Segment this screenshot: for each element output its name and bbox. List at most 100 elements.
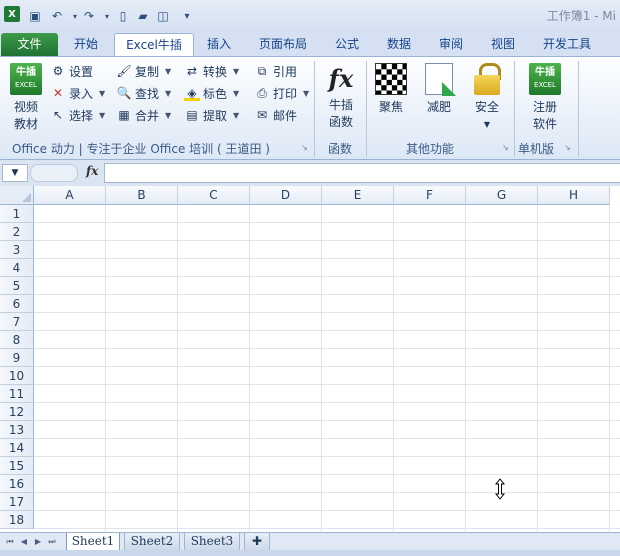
select-all-corner[interactable] — [0, 186, 34, 205]
functions-button[interactable]: fx 牛插 函数 — [318, 61, 364, 131]
tab-insert[interactable]: 插入 — [198, 33, 240, 56]
row-header-8[interactable]: 8 — [0, 331, 34, 349]
row-header-14[interactable]: 14 — [0, 439, 34, 457]
convert-button[interactable]: ⇄ 转换 ▼ — [184, 61, 239, 81]
name-box-dropdown[interactable]: ▼ — [2, 164, 28, 182]
row-header-17[interactable]: 17 — [0, 493, 34, 511]
group-label-functions: 函数 — [328, 142, 353, 156]
chevron-down-icon: ▼ — [99, 110, 106, 120]
column-header-h[interactable]: H — [538, 186, 610, 205]
row-header-12[interactable]: 12 — [0, 403, 34, 421]
niucha-excel-logo: 牛插 EXCEL — [10, 63, 42, 95]
print-button[interactable]: ⎙ 打印 ▼ — [254, 83, 309, 103]
dialog-launcher-icon[interactable]: ↘ — [301, 143, 310, 152]
status-bar — [0, 550, 620, 556]
row-header-3[interactable]: 3 — [0, 241, 34, 259]
grid-row-line — [34, 258, 620, 259]
worksheet-grid[interactable]: ABCDEFGH 1 2 3 4 5 6 7 8 9 10 11 12 13 14 15 16 17 18 — [0, 186, 620, 532]
row-header-13[interactable]: 13 — [0, 421, 34, 439]
mail-button[interactable]: ✉ 邮件 — [254, 105, 297, 125]
row-header-7[interactable]: 7 — [0, 313, 34, 331]
column-header-a[interactable]: A — [34, 186, 106, 205]
fx-icon: fx — [328, 64, 354, 93]
group-separator — [578, 61, 579, 157]
grid-row-line — [34, 492, 620, 493]
resize-cursor-icon — [494, 478, 506, 500]
next-sheet-icon[interactable]: ▶ — [32, 536, 44, 548]
column-header-b[interactable]: B — [106, 186, 178, 205]
security-button[interactable]: 安全 ▼ — [464, 61, 510, 133]
mark-color-button[interactable]: ◈ 标色 ▼ — [184, 83, 239, 103]
row-header-5[interactable]: 5 — [0, 277, 34, 295]
copy-button[interactable]: 🖌 复制 ▼ — [116, 61, 171, 81]
sheet-tab-sheet3[interactable]: Sheet3 — [184, 533, 240, 551]
row-header-6[interactable]: 6 — [0, 295, 34, 313]
column-header-d[interactable]: D — [250, 186, 322, 205]
tab-data[interactable]: 数据 — [378, 33, 420, 56]
column-header-c[interactable]: C — [178, 186, 250, 205]
formula-input[interactable] — [104, 163, 620, 183]
row-header-16[interactable]: 16 — [0, 475, 34, 493]
insert-sheet-icon[interactable]: ✚ — [244, 533, 270, 551]
tab-developer[interactable]: 开发工具 — [534, 33, 600, 56]
grid-column-line — [177, 205, 178, 532]
dialog-launcher-icon[interactable]: ↘ — [564, 143, 573, 152]
video-tutorial-button[interactable]: 牛插 EXCEL 视频 教材 — [3, 61, 49, 133]
sheet-tab-sheet1[interactable]: Sheet1 — [66, 533, 120, 551]
tab-page-layout[interactable]: 页面布局 — [252, 33, 314, 56]
register-button[interactable]: 牛插 EXCEL 注册 软件 — [522, 61, 568, 133]
row-header-4[interactable]: 4 — [0, 259, 34, 277]
tab-excel-niucha[interactable]: Excel牛插 — [114, 33, 194, 56]
excel-app-icon[interactable]: X — [4, 6, 20, 22]
formula-bar: ▼ fx — [0, 160, 620, 186]
undo-icon[interactable]: ↶ — [48, 7, 66, 25]
column-header-e[interactable]: E — [322, 186, 394, 205]
grid-column-line — [249, 205, 250, 532]
quote-icon: ⧉ — [257, 64, 267, 78]
slim-button[interactable]: 减肥 — [416, 61, 462, 116]
row-header-2[interactable]: 2 — [0, 223, 34, 241]
row-header-18[interactable]: 18 — [0, 511, 34, 529]
sheet-tab-sheet2[interactable]: Sheet2 — [124, 533, 180, 551]
grid-column-line — [105, 205, 106, 532]
tab-file[interactable]: 文件 — [1, 33, 58, 56]
chevron-down-icon: ▼ — [99, 88, 106, 98]
group-separator — [366, 61, 367, 157]
select-button[interactable]: ↖ 选择 ▼ — [50, 105, 105, 125]
redo-icon[interactable]: ↷ — [80, 7, 98, 25]
row-header-15[interactable]: 15 — [0, 457, 34, 475]
row-header-11[interactable]: 11 — [0, 385, 34, 403]
dialog-launcher-icon[interactable]: ↘ — [502, 143, 511, 152]
extract-icon: ▤ — [186, 108, 198, 122]
first-sheet-icon[interactable]: ⏮ — [4, 536, 16, 548]
new-icon[interactable]: ▯ — [114, 7, 132, 25]
save-icon[interactable]: ▣ — [26, 7, 44, 25]
group-label-office: Office 动力 | 专注于企业 Office 培训 ( 王道田 ) — [12, 142, 270, 156]
tab-home[interactable]: 开始 — [64, 33, 108, 56]
tab-view[interactable]: 视图 — [482, 33, 524, 56]
prev-sheet-icon[interactable]: ◀ — [18, 536, 30, 548]
last-sheet-icon[interactable]: ⏭ — [46, 536, 58, 548]
open-icon[interactable]: ▰ — [134, 7, 152, 25]
quote-button[interactable]: ⧉ 引用 — [254, 61, 297, 81]
chevron-down-icon: ▼ — [165, 88, 172, 98]
customize-qat-icon[interactable]: ▾ — [178, 7, 196, 25]
group-separator — [514, 61, 515, 157]
print-preview-icon[interactable]: ◫ — [154, 7, 172, 25]
settings-button[interactable]: ⚙ 设置 — [50, 61, 93, 81]
tab-formulas[interactable]: 公式 — [326, 33, 368, 56]
find-button[interactable]: 🔍 查找 ▼ — [116, 83, 172, 103]
row-header-1[interactable]: 1 — [0, 205, 34, 223]
column-header-g[interactable]: G — [466, 186, 538, 205]
focus-button[interactable]: 聚焦 — [368, 61, 414, 116]
extract-button[interactable]: ▤ 提取 ▼ — [184, 105, 239, 125]
grid-row-line — [34, 456, 620, 457]
insert-function-button[interactable]: fx — [86, 164, 98, 178]
tab-review[interactable]: 审阅 — [430, 33, 472, 56]
column-header-f[interactable]: F — [394, 186, 466, 205]
name-box[interactable] — [30, 164, 78, 182]
row-header-9[interactable]: 9 — [0, 349, 34, 367]
merge-button[interactable]: ▦ 合并 ▼ — [116, 105, 171, 125]
entry-button[interactable]: ✕ 录入 ▼ — [50, 83, 105, 103]
row-header-10[interactable]: 10 — [0, 367, 34, 385]
